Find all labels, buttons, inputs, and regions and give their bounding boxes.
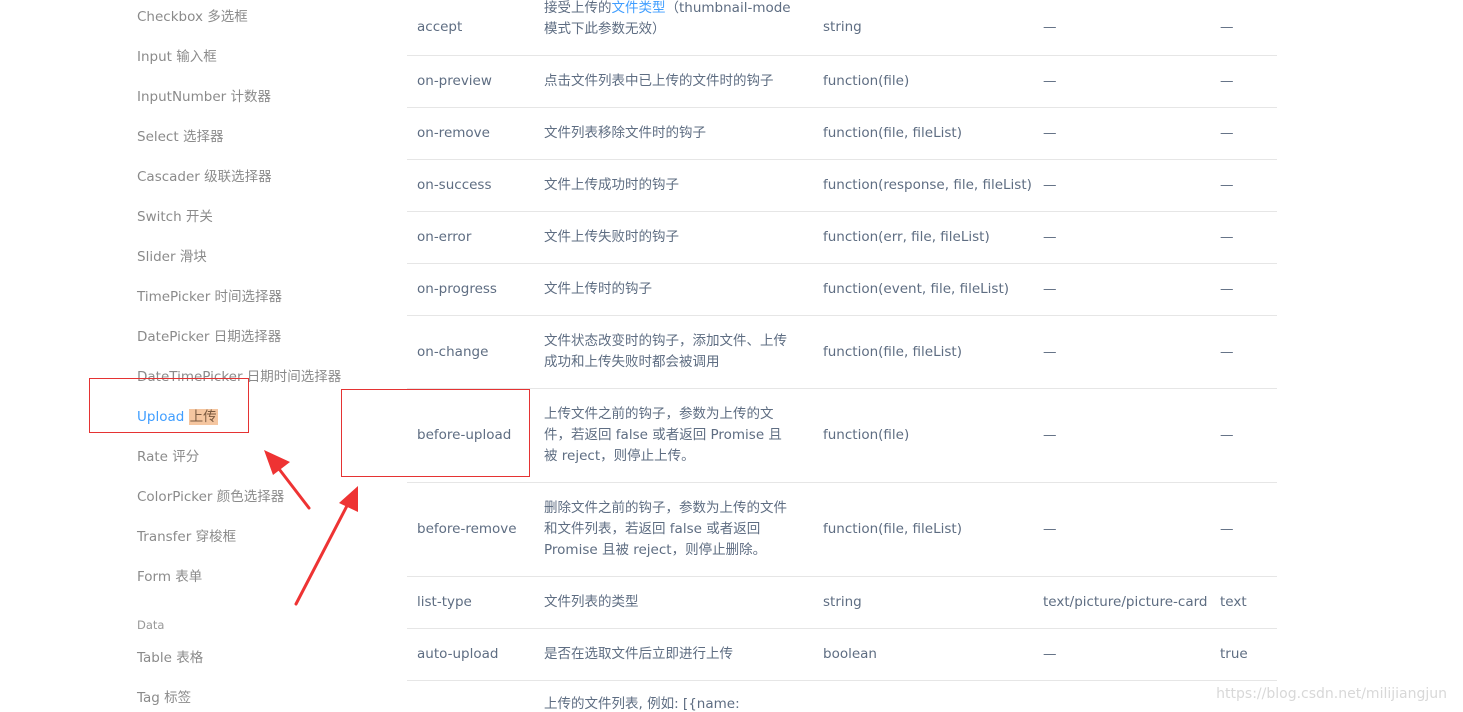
annotation-arrows [264,450,358,606]
annotation-arrow-upload [264,450,311,510]
watermark: https://blog.csdn.net/milijiangjun [1216,686,1447,702]
